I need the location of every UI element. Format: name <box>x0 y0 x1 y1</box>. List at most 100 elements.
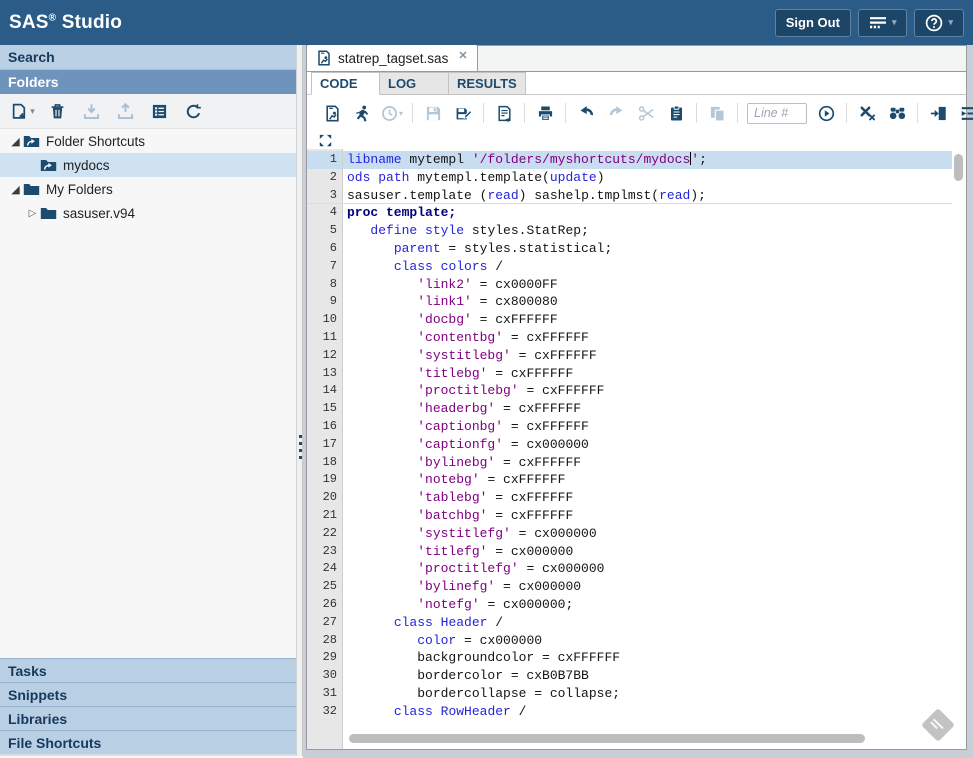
toolbar-separator <box>917 103 918 123</box>
line-number: 12 <box>307 347 343 365</box>
navigation-pane: Search Folders ▾ ◢Folder Shortcutsmydocs… <box>0 45 296 756</box>
find-replace-button[interactable] <box>882 99 912 127</box>
code-text: 'notebg' = cxFFFFFF <box>343 471 952 489</box>
code-line: 31 bordercollapse = collapse; <box>307 685 952 703</box>
vertical-scrollbar <box>954 152 964 727</box>
toolbar-separator <box>737 103 738 123</box>
toolbar-separator <box>483 103 484 123</box>
toolbar-separator <box>565 103 566 123</box>
code-text: sasuser.template (read) sashelp.tmplmst(… <box>343 187 952 204</box>
tree-expanded-caret-icon[interactable]: ◢ <box>8 183 23 196</box>
program-editor-panel: CODE LOG RESULTS ▾ 1libname mytempl '/fo… <box>306 71 967 750</box>
line-number: 30 <box>307 667 343 685</box>
tree-expanded-caret-icon[interactable]: ◢ <box>8 135 23 148</box>
line-number-input[interactable] <box>747 103 807 124</box>
line-number: 6 <box>307 240 343 258</box>
code-editor[interactable]: 1libname mytempl '/folders/myshortcuts/m… <box>307 149 966 749</box>
code-line: 14 'proctitlebg' = cxFFFFFF <box>307 382 952 400</box>
line-number: 21 <box>307 507 343 525</box>
code-line: 28 color = cx000000 <box>307 632 952 650</box>
save-as-button[interactable] <box>448 99 478 127</box>
folder-tree: ◢Folder Shortcutsmydocs ◢ My Folders ▷sasus… <box>0 129 296 225</box>
tab-results[interactable]: RESULTS <box>449 72 526 95</box>
document-tab-bar: statrep_tagset.sas ✕ <box>306 45 967 71</box>
code-text: 'captionbg' = cxFFFFFF <box>343 418 952 436</box>
document-tab[interactable]: statrep_tagset.sas ✕ <box>307 45 478 71</box>
new-item-button[interactable]: ▾ <box>6 97 40 125</box>
code-line: 27 class Header / <box>307 614 952 632</box>
code-line: 21 'batchbg' = cxFFFFFF <box>307 507 952 525</box>
tree-item-mydocs[interactable]: mydocs <box>0 153 296 177</box>
close-tab-icon[interactable]: ✕ <box>458 49 467 62</box>
tree-item-label: My Folders <box>46 182 113 197</box>
sidebar-sections-collapsed: TasksSnippetsLibrariesFile Shortcuts <box>0 658 296 754</box>
goto-region-icon <box>930 105 947 122</box>
paste-button[interactable] <box>661 99 691 127</box>
tree-item-my-folders[interactable]: ◢ My Folders <box>0 177 296 201</box>
sas-program-icon <box>316 50 332 66</box>
tree-item-sasuser-v94[interactable]: ▷sasuser.v94 <box>0 201 296 225</box>
refresh-button[interactable] <box>176 97 210 125</box>
code-text: define style styles.StatRep; <box>343 222 952 240</box>
code-text: class RowHeader / <box>343 703 952 721</box>
code-text: class Header / <box>343 614 952 632</box>
delete-button[interactable] <box>40 97 74 125</box>
sidebar-section-snippets[interactable]: Snippets <box>0 682 296 706</box>
run-button[interactable] <box>347 99 377 127</box>
undo-icon <box>578 105 595 122</box>
code-text: libname mytempl '/folders/myshortcuts/my… <box>343 151 952 169</box>
line-number: 5 <box>307 222 343 240</box>
goto-region-button[interactable] <box>923 99 953 127</box>
code-line: 8 'link2' = cx0000FF <box>307 276 952 294</box>
clear-code-button[interactable] <box>852 99 882 127</box>
copy-icon <box>709 105 726 122</box>
sidebar-section-folders[interactable]: Folders <box>0 69 296 94</box>
copy-button <box>702 99 732 127</box>
folder-icon <box>40 206 57 221</box>
sidebar-section-tasks[interactable]: Tasks <box>0 658 296 682</box>
tab-log[interactable]: LOG <box>380 72 449 95</box>
save-button <box>418 99 448 127</box>
code-line: 6 parent = styles.statistical; <box>307 240 952 258</box>
sign-out-button[interactable]: Sign Out <box>775 9 851 37</box>
properties-button[interactable] <box>142 97 176 125</box>
code-line: 25 'bylinefg' = cx000000 <box>307 578 952 596</box>
maximize-view-button[interactable] <box>319 132 335 148</box>
line-number: 7 <box>307 258 343 276</box>
save-icon <box>425 105 442 122</box>
redo-icon <box>608 105 625 122</box>
application-menu-button[interactable]: ▾ <box>858 9 908 37</box>
format-code-button[interactable] <box>953 99 973 127</box>
code-text: 'headerbg' = cxFFFFFF <box>343 400 952 418</box>
sidebar-section-search[interactable]: Search <box>0 45 296 69</box>
line-number: 20 <box>307 489 343 507</box>
line-number: 10 <box>307 311 343 329</box>
code-text: proc template; <box>343 204 952 222</box>
code-line: 7 class colors / <box>307 258 952 276</box>
document-tab-title: statrep_tagset.sas <box>338 51 448 66</box>
help-button[interactable]: ▾ <box>914 9 964 37</box>
tab-code[interactable]: CODE <box>311 72 380 95</box>
shortcut-folder-icon <box>23 134 40 149</box>
format-code-icon <box>960 105 973 122</box>
tree-item-folder-shortcuts[interactable]: ◢Folder Shortcuts <box>0 129 296 153</box>
horizontal-scrollbar-thumb[interactable] <box>349 734 865 743</box>
undo-button[interactable] <box>571 99 601 127</box>
program-summary-button[interactable] <box>489 99 519 127</box>
sidebar-section-file-shortcuts[interactable]: File Shortcuts <box>0 730 296 754</box>
vertical-scrollbar-thumb[interactable] <box>954 154 963 181</box>
go-to-line-button[interactable] <box>811 99 841 127</box>
sidebar-section-libraries[interactable]: Libraries <box>0 706 296 730</box>
code-text: 'bylinefg' = cx000000 <box>343 578 952 596</box>
line-number: 2 <box>307 169 343 187</box>
chevron-down-icon: ▾ <box>948 17 953 28</box>
tree-collapsed-caret-icon[interactable]: ▷ <box>25 208 40 219</box>
code-line: 13 'titlebg' = cxFFFFFF <box>307 365 952 383</box>
new-program-button[interactable] <box>317 99 347 127</box>
application-menu-icon <box>869 16 887 30</box>
line-number: 1 <box>307 151 343 169</box>
redo-button <box>601 99 631 127</box>
line-number: 17 <box>307 436 343 454</box>
print-button[interactable] <box>530 99 560 127</box>
editor-view-tabs: CODE LOG RESULTS <box>307 72 966 95</box>
